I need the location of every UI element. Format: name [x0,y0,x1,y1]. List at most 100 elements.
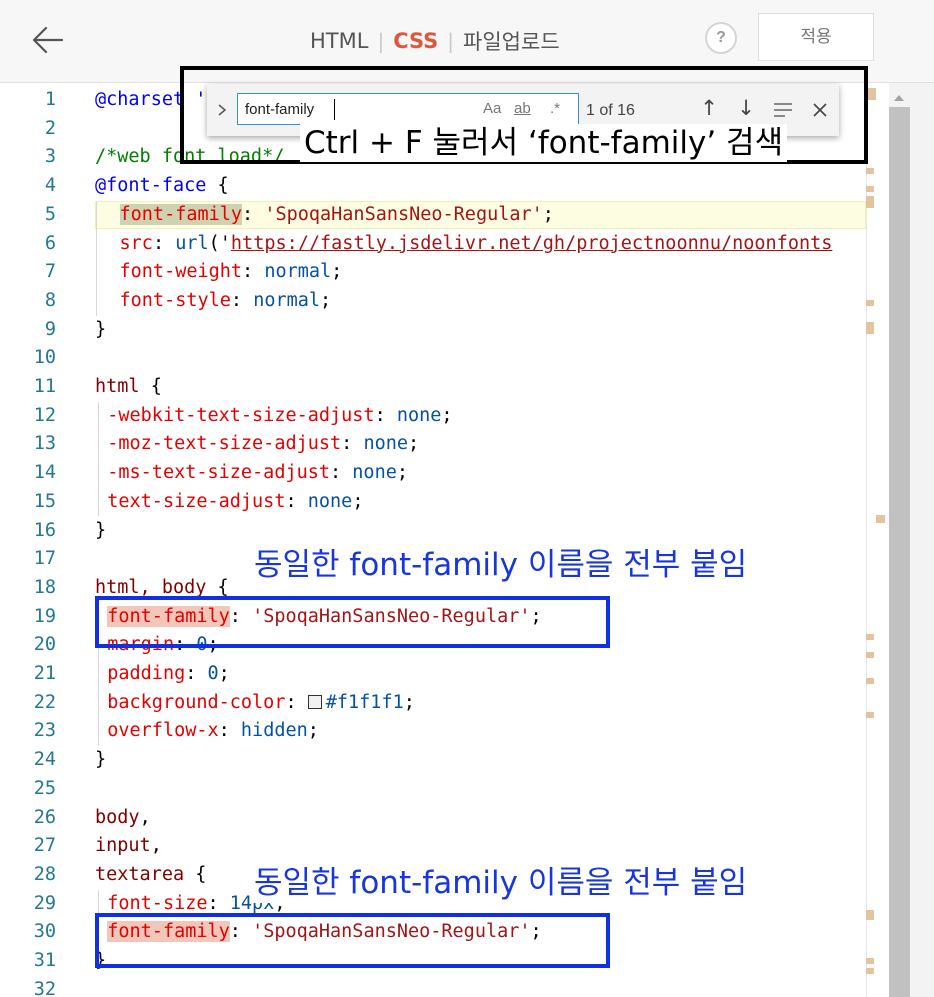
code-token: { [206,175,229,197]
code-line[interactable]: 5 font-family: 'SpoqaHanSansNeo-Regular'; [0,200,866,230]
top-bar: HTML | CSS | 파일업로드 ? 적용 [0,0,934,83]
code-editor[interactable]: 1 @charset ' 2 3/*web font load*/4 @font-fac… [0,83,934,997]
code-line[interactable]: 6 src: url('https://fastly.jsdelivr.net/g… [0,230,866,259]
tab-divider: | [447,29,455,53]
code-line[interactable]: 15 text-size-adjust: none; [0,488,866,517]
code-line[interactable]: 16} [0,517,866,546]
line-number: 27 [33,835,56,857]
code-line[interactable]: 27 input, [0,832,866,861]
code-token: -moz-text-size-adjust [107,433,342,455]
chevron-right-icon[interactable] [215,102,229,118]
code-token: overflow-x [107,720,219,742]
code-token: normal [253,289,321,311]
code-line[interactable]: 12 -webkit-text-size-adjust: none; [0,402,866,431]
overview-ruler-mark [866,322,874,334]
arrow-up-icon[interactable]: ↑ [697,96,721,122]
code-token: : [185,663,208,684]
line-number: 15 [33,490,56,512]
line-source: } [95,316,106,345]
code-token: } [95,318,107,340]
arrow-down-icon[interactable]: ↓ [734,96,758,122]
line-source: font-family: 'SpoqaHanSansNeo-Regular'; [107,918,542,947]
apply-button[interactable]: 적용 [758,13,874,61]
line-number: 7 [44,261,56,283]
code-line[interactable]: 14 -ms-text-size-adjust: none; [0,459,866,488]
code-line[interactable]: 11 html { [0,373,866,402]
code-line[interactable]: 7 font-weight: normal; [0,258,866,287]
code-line[interactable]: 20 margin: 0; [0,631,866,660]
code-token: ; [542,203,554,225]
find-in-selection-icon[interactable] [773,102,793,118]
code-line[interactable]: 32 [0,976,866,997]
find-input[interactable]: font-family Aa ab .* [237,93,579,125]
scroll-up-icon[interactable] [892,93,906,103]
code-line[interactable]: 25 [0,775,866,804]
line-number: 21 [33,663,56,684]
match-case-toggle[interactable]: Aa [483,100,501,117]
tab-css[interactable]: CSS [393,29,438,53]
code-line[interactable]: 23 overflow-x: hidden; [0,717,866,746]
whole-word-toggle[interactable]: ab [514,100,531,117]
tab-file-upload[interactable]: 파일업로드 [463,26,560,56]
line-source: } [95,746,106,775]
code-token: : [285,691,308,713]
line-number: 30 [33,921,56,943]
line-number: 24 [33,749,56,771]
code-token: { [206,576,229,598]
code-line[interactable]: 26 body, [0,804,866,833]
code-token: 0 [207,663,219,684]
regex-toggle[interactable]: .* [550,100,560,117]
overview-ruler-mark [866,652,874,658]
line-number: 9 [44,318,56,340]
line-number: 23 [33,720,56,742]
code-token: : [330,462,353,484]
line-source: -webkit-text-size-adjust: none; [107,402,452,431]
code-line[interactable]: 22 background-color: #f1f1f1; [0,689,866,718]
code-token: input [95,835,151,857]
code-token: background-color [107,691,286,713]
scrollbar-thumb[interactable] [889,107,910,997]
tab-html[interactable]: HTML [310,29,368,53]
same-name-note: 동일한 font-family 이름을 전부 붙임 [250,863,752,903]
line-number: 26 [33,806,56,828]
code-line[interactable]: 24} [0,746,866,775]
code-token: none [363,433,408,455]
code-token: } [95,519,107,541]
code-line[interactable]: 8 font-style: normal; [0,287,866,316]
code-token: : [229,605,253,627]
code-line[interactable]: 4 @font-face { [0,172,866,201]
code-token: @charset ' [95,89,207,110]
code-token: none [396,404,442,426]
line-number: 32 [33,978,56,997]
code-token: : [285,490,308,512]
line-number: 28 [33,863,56,885]
code-token: font-weight [119,261,243,283]
code-token: : [242,203,265,225]
code-token: : [152,232,176,254]
code-token: none [307,490,353,512]
code-token: ; [320,289,332,311]
code-line[interactable]: 31} [0,947,866,976]
line-number: 13 [33,433,56,455]
code-line[interactable]: 19 font-family: 'SpoqaHanSansNeo-Regular'… [0,603,866,632]
code-line[interactable]: 9} [0,316,866,345]
code-line[interactable]: 21 padding: 0; [0,660,866,689]
color-swatch-icon[interactable] [307,694,322,709]
text-caret [334,99,335,120]
code-token: } [95,749,107,771]
code-token: /*web font load*/ [95,146,285,168]
tab-divider: | [377,29,385,53]
line-source: input, [95,832,162,861]
overview-ruler-divider [866,83,867,997]
code-token: -webkit-text-size-adjust [107,404,375,426]
code-line[interactable]: 30 font-family: 'SpoqaHanSansNeo-Regular'… [0,918,866,947]
help-icon[interactable]: ? [705,22,737,54]
back-arrow-icon[interactable] [28,20,68,60]
line-number: 14 [33,462,56,484]
close-icon[interactable] [812,102,828,118]
code-token: : [218,720,241,742]
code-token: font-family [107,921,230,943]
code-line[interactable]: 10 [0,344,866,373]
code-line[interactable]: 13 -moz-text-size-adjust: none; [0,430,866,459]
line-number: 3 [44,146,56,168]
